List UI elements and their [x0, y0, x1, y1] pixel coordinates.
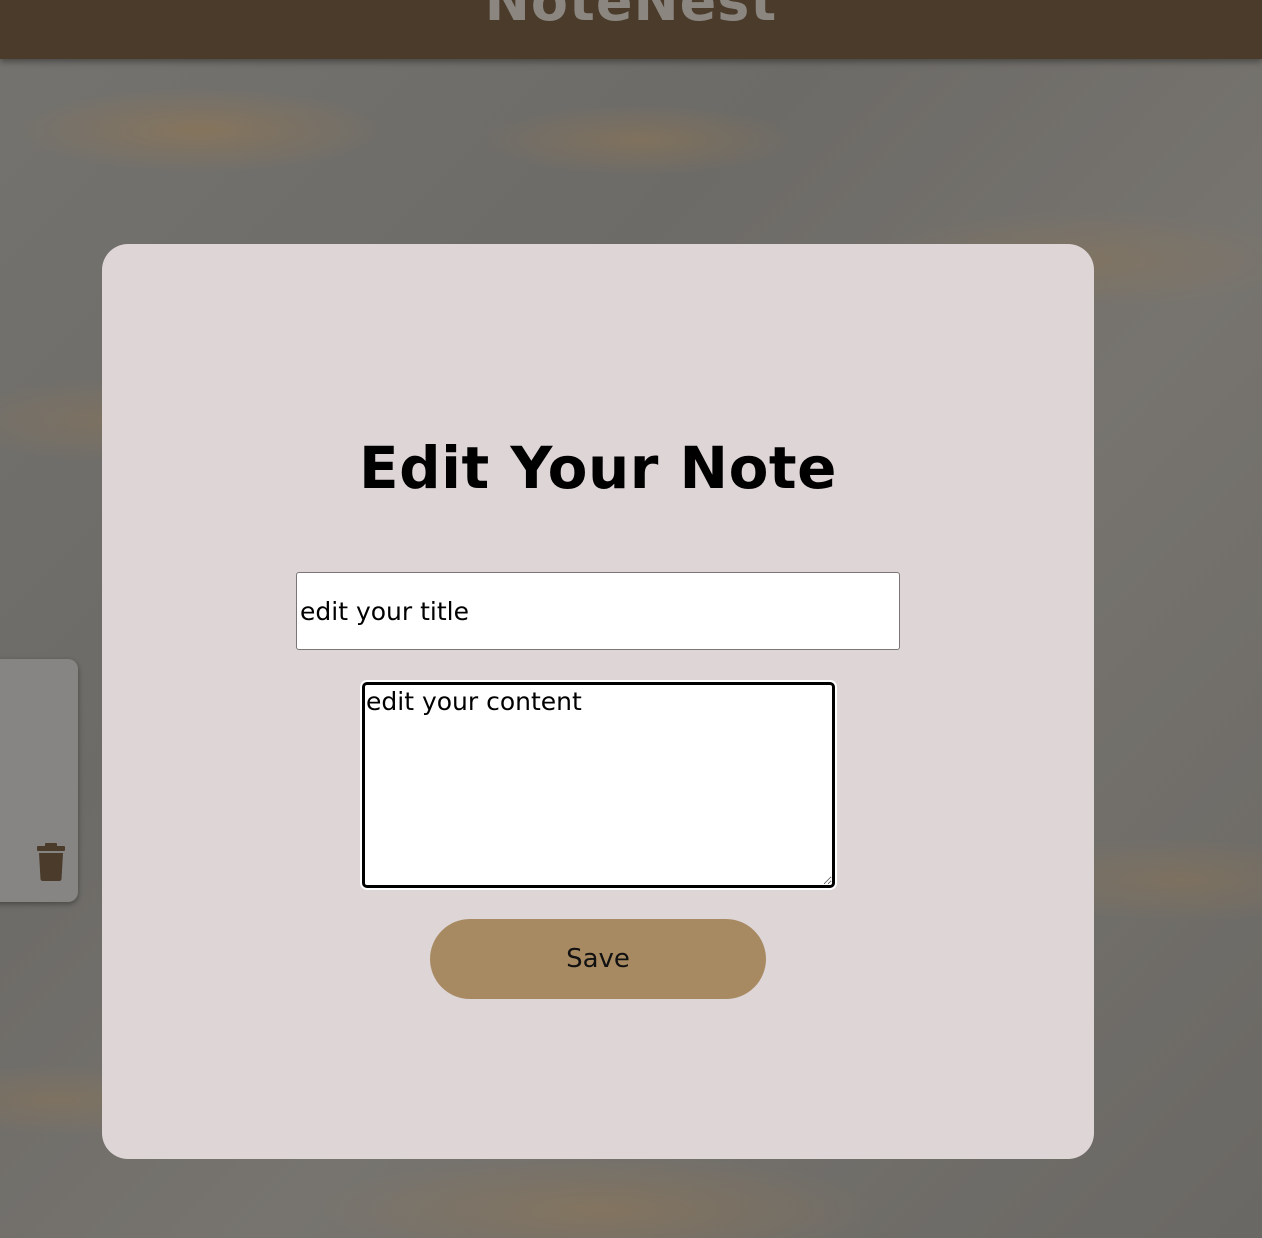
top-bar: NoteNest: [0, 0, 1262, 59]
title-input[interactable]: [296, 572, 900, 650]
note-card[interactable]: [0, 659, 78, 902]
content-textarea[interactable]: edit your content: [362, 682, 835, 888]
edit-note-modal: Edit Your Note edit your content Save: [102, 244, 1094, 1159]
modal-title: Edit Your Note: [359, 434, 837, 502]
brand-title: NoteNest: [484, 0, 778, 33]
save-button[interactable]: Save: [430, 919, 766, 999]
trash-icon[interactable]: [36, 843, 66, 881]
